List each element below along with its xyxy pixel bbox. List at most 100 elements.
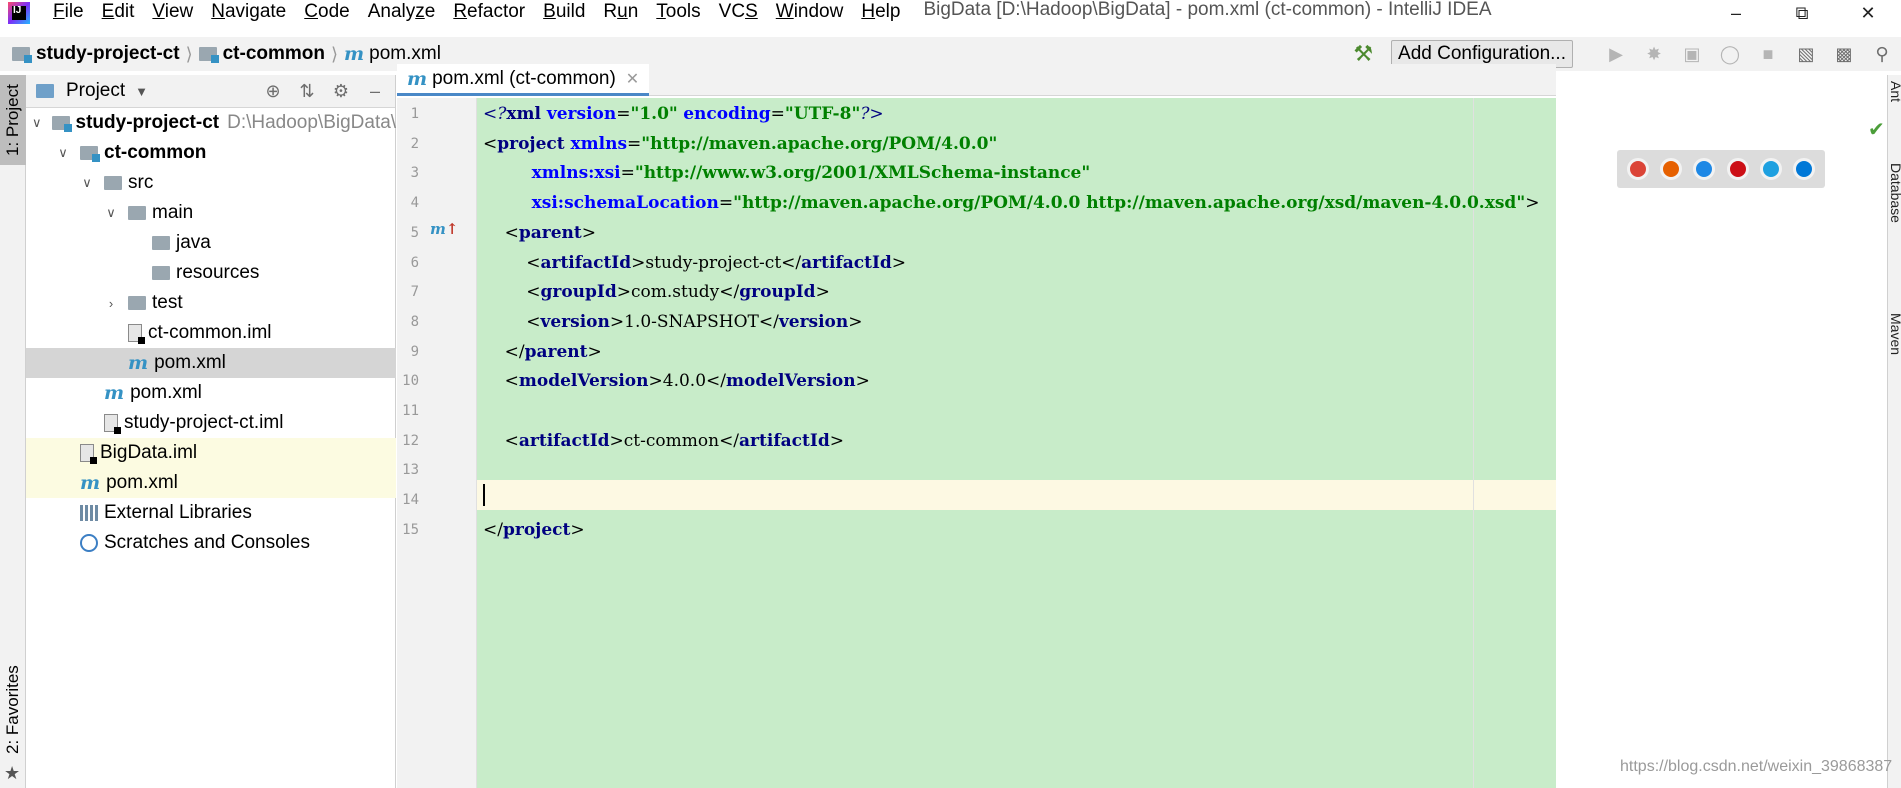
chevron-right-icon: ⟩ [331, 43, 339, 64]
search-everywhere-icon[interactable]: ⚲ [1871, 43, 1893, 65]
tree-item-resources[interactable]: ⌵resources [26, 258, 396, 288]
tree-item-scratches-and-consoles[interactable]: ⌵Scratches and Consoles [26, 528, 396, 558]
tool-tab-project[interactable]: 1: Project [0, 75, 26, 165]
breadcrumb-item-study-project-ct[interactable]: study-project-ct [36, 43, 180, 65]
line-number: 1 [410, 106, 419, 122]
line-number: 15 [402, 521, 419, 538]
menu-view[interactable]: View [143, 0, 202, 26]
tree-item-study-project-ct-iml[interactable]: ⌵study-project-ct.iml [26, 408, 396, 438]
chevron-down-icon[interactable]: ∨ [32, 115, 42, 131]
code-token: version [540, 311, 610, 332]
menu-window[interactable]: Window [767, 0, 853, 26]
code-line: <parent> [483, 218, 596, 248]
tree-item-main[interactable]: ∨ main [26, 198, 396, 228]
tool-tab-favorites[interactable]: 2: Favorites [0, 655, 26, 765]
editor-gutter[interactable]: m↑ 1 2 3 4 5 6 7 8 9 10 11 12 13 14 15 [397, 98, 477, 788]
tree-item-ct-common-iml[interactable]: ⌵ct-common.iml [26, 318, 396, 348]
tool-tab-ant[interactable]: Ant [1888, 81, 1901, 102]
menu-vcs[interactable]: VCS [710, 0, 767, 26]
close-icon[interactable]: ✕ [1835, 0, 1901, 26]
gear-icon[interactable]: ⚙ [329, 80, 353, 104]
tree-item-pom-xml[interactable]: ⌵mpom.xml [26, 468, 396, 498]
code-line: <?xml version="1.0" encoding="UTF-8"?> [483, 99, 884, 129]
hide-icon[interactable]: – [363, 80, 387, 104]
project-structure-icon[interactable]: ▧ [1795, 43, 1817, 65]
code-line: <groupId>com.study</groupId> [483, 277, 830, 307]
chevron-down-icon[interactable]: ∨ [104, 205, 118, 221]
line-number: 12 [402, 432, 419, 449]
tree-item-java[interactable]: ⌵java [26, 228, 396, 258]
code-token: < [504, 222, 519, 243]
safari-icon[interactable] [1693, 158, 1716, 180]
menu-build[interactable]: Build [534, 0, 594, 26]
menu-file[interactable]: File [44, 0, 93, 26]
close-icon[interactable]: ✕ [626, 69, 639, 89]
breadcrumb-item-ct-common[interactable]: ct-common [223, 43, 325, 65]
tool-tab-maven[interactable]: Maven [1888, 313, 1901, 355]
locate-target-icon[interactable]: ⊕ [261, 80, 285, 104]
chevron-right-icon[interactable]: › [104, 296, 118, 311]
code-token: parent [524, 341, 588, 362]
run-icon[interactable]: ▶ [1605, 43, 1627, 65]
debug-icon[interactable]: ✸ [1643, 43, 1665, 65]
chrome-icon[interactable] [1626, 158, 1649, 180]
tree-item-bigdata-iml[interactable]: ⌵BigData.iml [26, 438, 396, 468]
module-folder-icon [12, 47, 32, 63]
no-problems-check-icon[interactable]: ✔ [1868, 117, 1885, 142]
menu-analyze[interactable]: Analyze [359, 0, 445, 26]
project-view-selector[interactable]: Project [66, 80, 125, 102]
ie-icon[interactable] [1759, 158, 1782, 180]
opera-icon[interactable] [1726, 158, 1749, 180]
menu-run[interactable]: Run [594, 0, 647, 26]
tree-item-pom-xml[interactable]: ⌵mpom.xml [26, 348, 396, 378]
tree-item-external-libraries[interactable]: ⌵External Libraries [26, 498, 396, 528]
collapse-all-icon[interactable]: ⇅ [295, 80, 319, 104]
maven-parent-icon[interactable]: m↑ [430, 220, 458, 238]
code-editor[interactable]: <?xml version="1.0" encoding="UTF-8"?> <p… [477, 98, 1556, 788]
chevron-down-icon[interactable]: ∨ [56, 145, 70, 161]
code-token: project [497, 133, 571, 154]
tree-item-ct-common[interactable]: ∨ ct-common [26, 138, 396, 168]
tab-pom-xml-ct-common[interactable]: m pom.xml (ct-common) ✕ [397, 64, 650, 96]
code-token: xsi:schemaLocation [531, 193, 719, 214]
menu-navigate[interactable]: Navigate [202, 0, 295, 26]
stop-icon[interactable]: ■ [1757, 43, 1779, 65]
tree-item-test[interactable]: › test [26, 288, 396, 318]
chevron-down-icon[interactable]: ▼ [135, 84, 148, 99]
firefox-icon[interactable] [1659, 158, 1682, 180]
tree-item-src[interactable]: ∨ src [26, 168, 396, 198]
code-token: <? [483, 104, 507, 124]
chevron-down-icon[interactable]: ∨ [80, 175, 94, 191]
terminal-icon[interactable]: ▩ [1833, 43, 1855, 65]
menu-edit[interactable]: Edit [93, 0, 144, 26]
menu-tools[interactable]: Tools [647, 0, 709, 26]
menu-refactor[interactable]: Refactor [444, 0, 534, 26]
run-with-coverage-icon[interactable]: ▣ [1681, 43, 1703, 65]
edge-icon[interactable] [1793, 158, 1816, 180]
restore-icon[interactable]: ⧉ [1769, 0, 1835, 26]
editor-tab-bar: m pom.xml (ct-common) ✕ [397, 64, 1556, 96]
profile-icon[interactable]: ◯ [1719, 43, 1741, 65]
code-token: 4.0.0 [662, 371, 707, 392]
right-tool-strip: Ant Database Maven [1887, 75, 1901, 788]
code-token: </ [483, 519, 503, 540]
breadcrumb-item-pom-xml[interactable]: pom.xml [369, 43, 441, 65]
minimize-icon[interactable]: – [1703, 0, 1769, 26]
code-token: artifactId [739, 430, 830, 451]
tree-item-study-project-ct[interactable]: ∨ study-project-ct D:\Hadoop\BigData\study… [26, 108, 396, 138]
folder-icon [128, 296, 146, 310]
menu-help[interactable]: Help [852, 0, 909, 26]
window-controls: – ⧉ ✕ [1703, 0, 1901, 26]
code-token: = [620, 163, 635, 184]
code-token: = [627, 133, 642, 154]
tree-item-pom-xml[interactable]: ⌵mpom.xml [26, 378, 396, 408]
menu-code[interactable]: Code [295, 0, 358, 26]
tree-item-label: src [128, 172, 154, 193]
code-token: = [616, 104, 631, 124]
tool-tab-database[interactable]: Database [1888, 163, 1901, 223]
